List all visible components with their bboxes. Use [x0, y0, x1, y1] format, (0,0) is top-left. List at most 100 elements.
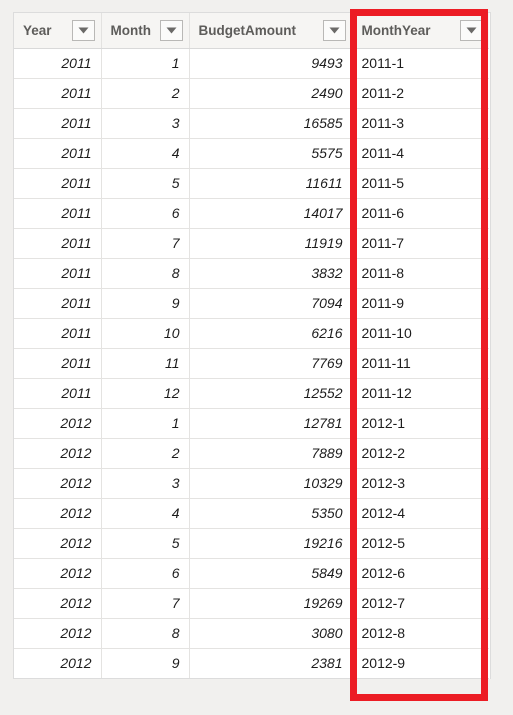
- cell-month[interactable]: 6: [101, 558, 190, 589]
- cell-year[interactable]: 2012: [14, 408, 102, 439]
- column-header-budgetamount[interactable]: BudgetAmount: [189, 13, 353, 49]
- cell-year[interactable]: 2011: [14, 48, 102, 79]
- table-row[interactable]: 2012 7 19269 2012-7: [14, 588, 489, 619]
- cell-month[interactable]: 8: [101, 258, 190, 289]
- cell-month[interactable]: 4: [101, 138, 190, 169]
- cell-monthyear[interactable]: 2012-4: [352, 498, 489, 529]
- cell-monthyear[interactable]: 2011-5: [352, 168, 489, 199]
- cell-budgetamount[interactable]: 16585: [189, 108, 353, 139]
- cell-budgetamount[interactable]: 10329: [189, 468, 353, 499]
- cell-budgetamount[interactable]: 2381: [189, 648, 353, 679]
- cell-monthyear[interactable]: 2012-9: [352, 648, 489, 679]
- table-row[interactable]: 2012 6 5849 2012-6: [14, 558, 489, 589]
- cell-budgetamount[interactable]: 12552: [189, 378, 353, 409]
- cell-year[interactable]: 2011: [14, 378, 102, 409]
- table-row[interactable]: 2012 8 3080 2012-8: [14, 618, 489, 649]
- cell-month[interactable]: 10: [101, 318, 190, 349]
- cell-month[interactable]: 7: [101, 588, 190, 619]
- cell-monthyear[interactable]: 2012-1: [352, 408, 489, 439]
- cell-budgetamount[interactable]: 3832: [189, 258, 353, 289]
- cell-monthyear[interactable]: 2011-11: [352, 348, 489, 379]
- cell-year[interactable]: 2011: [14, 318, 102, 349]
- cell-month[interactable]: 2: [101, 78, 190, 109]
- cell-year[interactable]: 2011: [14, 138, 102, 169]
- cell-budgetamount[interactable]: 7094: [189, 288, 353, 319]
- cell-year[interactable]: 2012: [14, 528, 102, 559]
- column-header-year[interactable]: Year: [14, 13, 102, 49]
- cell-month[interactable]: 8: [101, 618, 190, 649]
- cell-budgetamount[interactable]: 5575: [189, 138, 353, 169]
- table-row[interactable]: 2012 5 19216 2012-5: [14, 528, 489, 559]
- cell-month[interactable]: 7: [101, 228, 190, 259]
- cell-budgetamount[interactable]: 7769: [189, 348, 353, 379]
- cell-month[interactable]: 3: [101, 468, 190, 499]
- cell-monthyear[interactable]: 2011-2: [352, 78, 489, 109]
- table-row[interactable]: 2012 2 7889 2012-2: [14, 438, 489, 469]
- cell-year[interactable]: 2011: [14, 348, 102, 379]
- cell-monthyear[interactable]: 2012-2: [352, 438, 489, 469]
- cell-year[interactable]: 2012: [14, 558, 102, 589]
- cell-budgetamount[interactable]: 5849: [189, 558, 353, 589]
- cell-monthyear[interactable]: 2011-6: [352, 198, 489, 229]
- table-row[interactable]: 2011 8 3832 2011-8: [14, 258, 489, 289]
- table-row[interactable]: 2012 3 10329 2012-3: [14, 468, 489, 499]
- table-row[interactable]: 2011 5 11611 2011-5: [14, 168, 489, 199]
- cell-month[interactable]: 1: [101, 48, 190, 79]
- cell-monthyear[interactable]: 2011-7: [352, 228, 489, 259]
- cell-month[interactable]: 6: [101, 198, 190, 229]
- table-row[interactable]: 2011 4 5575 2011-4: [14, 138, 489, 169]
- cell-year[interactable]: 2011: [14, 78, 102, 109]
- cell-budgetamount[interactable]: 7889: [189, 438, 353, 469]
- table-row[interactable]: 2012 1 12781 2012-1: [14, 408, 489, 439]
- cell-budgetamount[interactable]: 11611: [189, 168, 353, 199]
- cell-monthyear[interactable]: 2012-3: [352, 468, 489, 499]
- cell-monthyear[interactable]: 2011-12: [352, 378, 489, 409]
- cell-month[interactable]: 2: [101, 438, 190, 469]
- cell-monthyear[interactable]: 2012-6: [352, 558, 489, 589]
- cell-year[interactable]: 2011: [14, 228, 102, 259]
- cell-monthyear[interactable]: 2011-8: [352, 258, 489, 289]
- table-row[interactable]: 2011 11 7769 2011-11: [14, 348, 489, 379]
- cell-monthyear[interactable]: 2012-7: [352, 588, 489, 619]
- cell-monthyear[interactable]: 2011-4: [352, 138, 489, 169]
- cell-budgetamount[interactable]: 5350: [189, 498, 353, 529]
- cell-budgetamount[interactable]: 3080: [189, 618, 353, 649]
- cell-monthyear[interactable]: 2011-10: [352, 318, 489, 349]
- cell-year[interactable]: 2011: [14, 258, 102, 289]
- table-row[interactable]: 2011 3 16585 2011-3: [14, 108, 489, 139]
- cell-budgetamount[interactable]: 14017: [189, 198, 353, 229]
- chevron-down-icon[interactable]: [322, 19, 346, 41]
- cell-budgetamount[interactable]: 9493: [189, 48, 353, 79]
- cell-budgetamount[interactable]: 19269: [189, 588, 353, 619]
- cell-budgetamount[interactable]: 2490: [189, 78, 353, 109]
- cell-year[interactable]: 2012: [14, 468, 102, 499]
- cell-year[interactable]: 2011: [14, 168, 102, 199]
- table-row[interactable]: 2011 10 6216 2011-10: [14, 318, 489, 349]
- chevron-down-icon[interactable]: [460, 19, 483, 41]
- table-row[interactable]: 2011 1 9493 2011-1: [14, 48, 489, 79]
- cell-monthyear[interactable]: 2012-5: [352, 528, 489, 559]
- cell-monthyear[interactable]: 2011-1: [352, 48, 489, 79]
- cell-month[interactable]: 3: [101, 108, 190, 139]
- cell-year[interactable]: 2011: [14, 108, 102, 139]
- table-row[interactable]: 2011 6 14017 2011-6: [14, 198, 489, 229]
- table-row[interactable]: 2011 2 2490 2011-2: [14, 78, 489, 109]
- cell-monthyear[interactable]: 2012-8: [352, 618, 489, 649]
- cell-year[interactable]: 2012: [14, 588, 102, 619]
- table-row[interactable]: 2011 12 12552 2011-12: [14, 378, 489, 409]
- cell-month[interactable]: 5: [101, 528, 190, 559]
- column-header-month[interactable]: Month: [101, 13, 190, 49]
- cell-budgetamount[interactable]: 11919: [189, 228, 353, 259]
- cell-month[interactable]: 4: [101, 498, 190, 529]
- cell-year[interactable]: 2011: [14, 198, 102, 229]
- chevron-down-icon[interactable]: [159, 19, 183, 41]
- cell-year[interactable]: 2012: [14, 438, 102, 469]
- cell-month[interactable]: 5: [101, 168, 190, 199]
- cell-budgetamount[interactable]: 6216: [189, 318, 353, 349]
- cell-monthyear[interactable]: 2011-3: [352, 108, 489, 139]
- cell-month[interactable]: 9: [101, 288, 190, 319]
- cell-month[interactable]: 9: [101, 648, 190, 679]
- cell-year[interactable]: 2012: [14, 648, 102, 679]
- cell-month[interactable]: 12: [101, 378, 190, 409]
- cell-budgetamount[interactable]: 19216: [189, 528, 353, 559]
